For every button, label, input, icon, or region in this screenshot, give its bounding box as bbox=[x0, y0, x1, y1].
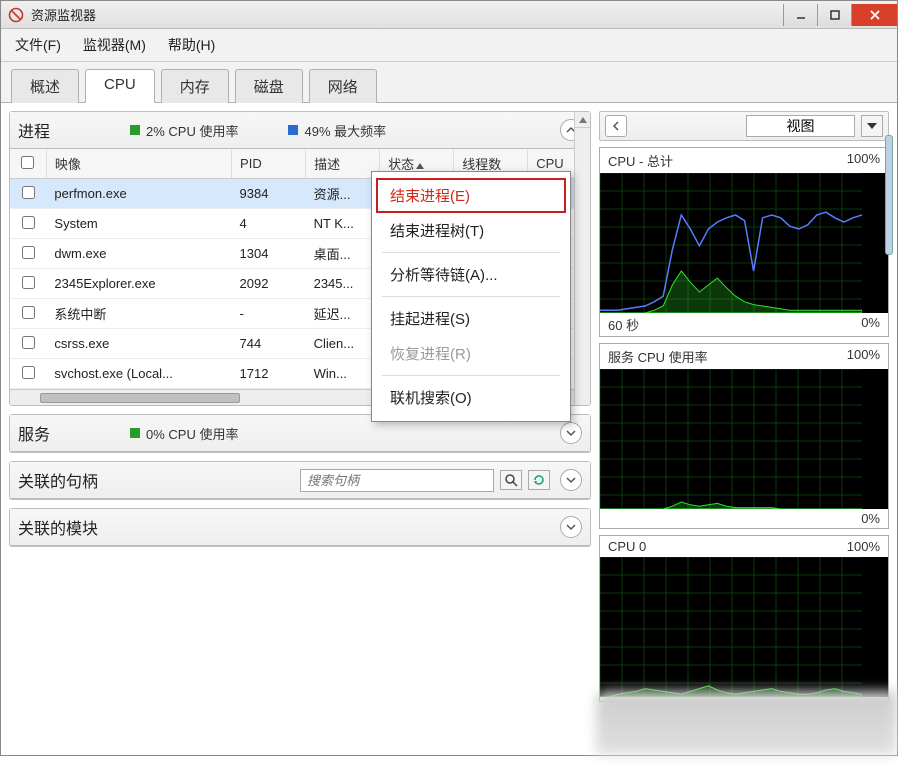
services-cpu-metric: 0% CPU 使用率 bbox=[130, 424, 238, 443]
cm-resume: 恢复进程(R) bbox=[376, 336, 566, 371]
tab-memory[interactable]: 内存 bbox=[161, 69, 229, 103]
views-dropdown[interactable]: 视图 bbox=[746, 115, 855, 137]
cell-desc: 延迟... bbox=[306, 299, 380, 329]
cell-pid: 1304 bbox=[232, 239, 306, 269]
tabs: 概述 CPU 内存 磁盘 网络 bbox=[1, 62, 897, 103]
maximize-button[interactable] bbox=[817, 4, 851, 26]
cell-image: 系统中断 bbox=[46, 299, 231, 329]
cpu-usage-metric: 2% CPU 使用率 bbox=[130, 121, 238, 140]
cell-image: svchost.exe (Local... bbox=[46, 359, 231, 389]
cpu-chart: 服务 CPU 使用率 100% 0% bbox=[599, 343, 889, 529]
cell-pid: - bbox=[232, 299, 306, 329]
tab-cpu[interactable]: CPU bbox=[85, 69, 155, 103]
row-checkbox[interactable] bbox=[22, 336, 35, 349]
cell-pid: 9384 bbox=[232, 179, 306, 209]
cell-desc: 资源... bbox=[306, 179, 380, 209]
cm-analyze-wait[interactable]: 分析等待链(A)... bbox=[376, 257, 566, 292]
window-title: 资源监视器 bbox=[31, 5, 777, 24]
cell-pid: 1712 bbox=[232, 359, 306, 389]
col-desc[interactable]: 描述 bbox=[306, 149, 380, 179]
processes-title: 进程 bbox=[18, 118, 50, 142]
cell-desc: Win... bbox=[306, 359, 380, 389]
chart-max-label: 100% bbox=[847, 539, 880, 554]
right-header: 视图 bbox=[599, 111, 889, 141]
close-button[interactable] bbox=[851, 4, 897, 26]
cell-desc: 2345... bbox=[306, 269, 380, 299]
row-checkbox[interactable] bbox=[22, 246, 35, 259]
cell-desc: 桌面... bbox=[306, 239, 380, 269]
max-freq-metric: 49% 最大频率 bbox=[288, 121, 386, 140]
col-pid[interactable]: PID bbox=[232, 149, 306, 179]
chart-title-text: 服务 CPU 使用率 bbox=[608, 347, 708, 366]
chart-max-label: 100% bbox=[847, 151, 880, 170]
handles-title: 关联的句柄 bbox=[18, 468, 98, 492]
menubar: 文件(F) 监视器(M) 帮助(H) bbox=[1, 29, 897, 62]
chart-x-label: 60 秒 bbox=[608, 315, 639, 334]
cell-image: perfmon.exe bbox=[46, 179, 231, 209]
services-expand-button[interactable] bbox=[560, 422, 582, 444]
cell-image: 2345Explorer.exe bbox=[46, 269, 231, 299]
cell-image: csrss.exe bbox=[46, 329, 231, 359]
window-buttons bbox=[783, 4, 897, 26]
cpu-chart: CPU 0 100% bbox=[599, 535, 889, 702]
cm-separator bbox=[382, 375, 560, 376]
tab-overview[interactable]: 概述 bbox=[11, 69, 79, 103]
tab-network[interactable]: 网络 bbox=[309, 69, 377, 103]
cell-pid: 744 bbox=[232, 329, 306, 359]
row-checkbox[interactable] bbox=[22, 276, 35, 289]
chart-max-label: 100% bbox=[847, 347, 880, 366]
cell-pid: 4 bbox=[232, 209, 306, 239]
handles-expand-button[interactable] bbox=[560, 469, 582, 491]
table-vertical-scrollbar[interactable] bbox=[574, 112, 590, 405]
services-title: 服务 bbox=[18, 421, 50, 445]
menu-file[interactable]: 文件(F) bbox=[11, 33, 65, 57]
chart-min-label: 0% bbox=[861, 511, 880, 526]
cm-end-tree[interactable]: 结束进程树(T) bbox=[376, 213, 566, 248]
chart-min-label: 0% bbox=[861, 315, 880, 334]
cpu-chart: CPU - 总计 100% 60 秒 0% bbox=[599, 147, 889, 337]
col-select-all[interactable] bbox=[10, 149, 46, 179]
processes-header: 进程 2% CPU 使用率 49% 最大频率 bbox=[10, 112, 590, 149]
col-image[interactable]: 映像 bbox=[46, 149, 231, 179]
process-context-menu: 结束进程(E) 结束进程树(T) 分析等待链(A)... 挂起进程(S) 恢复进… bbox=[371, 171, 571, 422]
row-checkbox[interactable] bbox=[22, 216, 35, 229]
modules-section: 关联的模块 bbox=[9, 508, 591, 547]
search-icon[interactable] bbox=[500, 470, 522, 490]
tab-disk[interactable]: 磁盘 bbox=[235, 69, 303, 103]
cell-desc: Clien... bbox=[306, 329, 380, 359]
cell-pid: 2092 bbox=[232, 269, 306, 299]
handles-section: 关联的句柄 bbox=[9, 461, 591, 500]
app-icon bbox=[7, 6, 25, 24]
chart-title-text: CPU - 总计 bbox=[608, 151, 673, 170]
cm-separator bbox=[382, 252, 560, 253]
titlebar: 资源监视器 bbox=[1, 1, 897, 29]
modules-expand-button[interactable] bbox=[560, 516, 582, 538]
views-dropdown-arrow[interactable] bbox=[861, 115, 883, 137]
cm-search-online[interactable]: 联机搜索(O) bbox=[376, 380, 566, 415]
modules-title: 关联的模块 bbox=[18, 515, 98, 539]
right-collapse-button[interactable] bbox=[605, 115, 627, 137]
cm-separator bbox=[382, 296, 560, 297]
window-vertical-scrollbar[interactable] bbox=[885, 93, 895, 745]
refresh-icon[interactable] bbox=[528, 470, 550, 490]
chart-title-text: CPU 0 bbox=[608, 539, 646, 554]
row-checkbox[interactable] bbox=[22, 306, 35, 319]
cm-suspend[interactable]: 挂起进程(S) bbox=[376, 301, 566, 336]
menu-monitor[interactable]: 监视器(M) bbox=[79, 33, 150, 57]
menu-help[interactable]: 帮助(H) bbox=[164, 33, 219, 57]
row-checkbox[interactable] bbox=[22, 366, 35, 379]
cell-image: dwm.exe bbox=[46, 239, 231, 269]
row-checkbox[interactable] bbox=[22, 186, 35, 199]
minimize-button[interactable] bbox=[783, 4, 817, 26]
handles-search-input[interactable] bbox=[300, 469, 494, 492]
cell-desc: NT K... bbox=[306, 209, 380, 239]
obscured-region bbox=[596, 691, 897, 755]
cm-end-process[interactable]: 结束进程(E) bbox=[376, 178, 566, 213]
cell-image: System bbox=[46, 209, 231, 239]
